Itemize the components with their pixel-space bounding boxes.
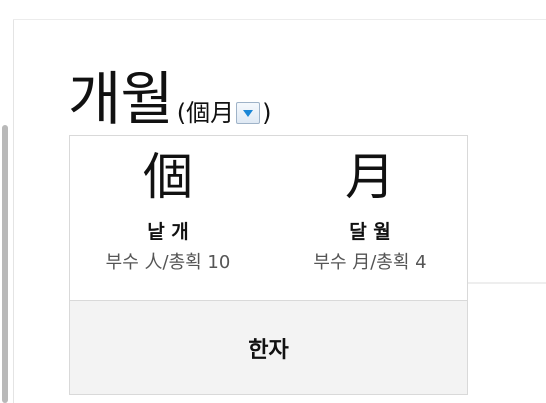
hanja-char-item[interactable]: 月 달 월 부수 月/총획 4 xyxy=(280,136,460,274)
entry-hanja-group: ( 個月 ) xyxy=(177,98,272,128)
hanja-char-list: 個 낱 개 부수 人/총획 10 月 달 월 부수 月/총획 4 xyxy=(70,136,467,300)
hanja-card: 個 낱 개 부수 人/총획 10 月 달 월 부수 月/총획 4 한자 xyxy=(69,135,468,395)
hanja-footer-button[interactable]: 한자 xyxy=(70,300,467,394)
chevron-down-icon xyxy=(243,110,254,117)
hanja-close-paren: ) xyxy=(262,99,272,127)
entry-word: 개월 xyxy=(68,65,174,133)
hanja-open-paren: ( xyxy=(176,99,187,127)
hanja-meaning: 낱 개 xyxy=(147,221,189,243)
hanja-radical-strokes: 부수 人/총획 10 xyxy=(105,252,231,273)
content-left-border xyxy=(13,20,14,403)
hanja-char[interactable]: 個 xyxy=(78,148,258,208)
content-top-border xyxy=(13,19,546,20)
entry-heading: 개월 ( 個月 ) xyxy=(68,62,271,132)
hanja-radical-strokes: 부수 月/총획 4 xyxy=(313,252,427,273)
dictionary-page: 개월 ( 個月 ) 個 낱 개 부수 人/총획 10 月 달 월 부수 月/총획… xyxy=(0,0,546,403)
scrollbar[interactable] xyxy=(0,0,10,403)
hanja-char[interactable]: 月 xyxy=(280,148,460,208)
hanja-meaning: 달 월 xyxy=(349,221,391,243)
entry-hanja: 個月 xyxy=(186,99,235,127)
hanja-dropdown-button[interactable] xyxy=(236,102,261,124)
hanja-char-item[interactable]: 個 낱 개 부수 人/총획 10 xyxy=(78,136,258,274)
scrollbar-thumb[interactable] xyxy=(2,125,8,403)
